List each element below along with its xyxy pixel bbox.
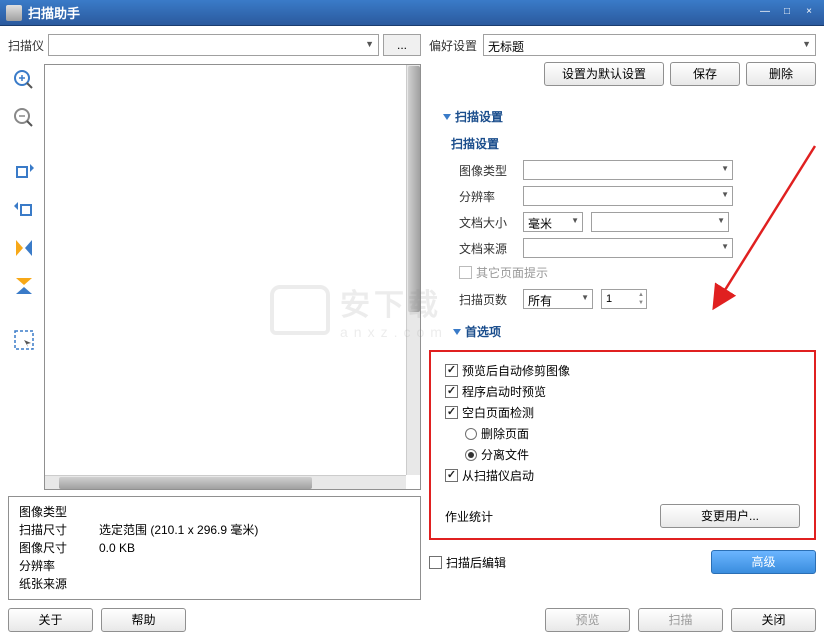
titlebar: 扫描助手 — □ × bbox=[0, 0, 824, 26]
start-from-scanner-checkbox[interactable] bbox=[445, 469, 458, 482]
image-type-label: 图像类型 bbox=[459, 162, 515, 179]
scanner-row: 扫描仪 ... bbox=[8, 34, 421, 56]
main-content: 扫描仪 ... bbox=[0, 26, 824, 640]
info-panel: 图像类型 扫描尺寸选定范围 (210.1 x 296.9 毫米) 图像尺寸0.0… bbox=[8, 496, 421, 600]
scan-settings-header[interactable]: 扫描设置 bbox=[429, 108, 816, 125]
doc-size-select[interactable] bbox=[591, 212, 729, 232]
other-page-hint-checkbox[interactable] bbox=[459, 266, 472, 279]
doc-source-select[interactable] bbox=[523, 238, 733, 258]
left-panel: 扫描仪 ... bbox=[0, 26, 425, 640]
rotate-left-icon[interactable] bbox=[8, 156, 40, 188]
scan-pages-select[interactable]: 所有 bbox=[523, 289, 593, 309]
start-from-scanner-label: 从扫描仪启动 bbox=[462, 467, 534, 484]
info-scan-size-label: 扫描尺寸 bbox=[19, 521, 99, 539]
delete-button[interactable]: 删除 bbox=[746, 62, 816, 86]
scanner-label: 扫描仪 bbox=[8, 37, 44, 54]
minimize-button[interactable]: — bbox=[756, 5, 774, 21]
set-default-button[interactable]: 设置为默认设置 bbox=[544, 62, 664, 86]
window-controls: — □ × bbox=[756, 5, 818, 21]
browse-button[interactable]: ... bbox=[383, 34, 421, 56]
info-scan-size-value: 选定范围 (210.1 x 296.9 毫米) bbox=[99, 521, 258, 539]
info-image-size-value: 0.0 KB bbox=[99, 539, 135, 557]
scan-settings-form: 图像类型 分辨率 文档大小 毫米 文档来源 其它页面提示 扫描页数 所有 1 bbox=[429, 160, 816, 315]
flip-horizontal-icon[interactable] bbox=[8, 232, 40, 264]
chevron-down-icon bbox=[443, 114, 451, 120]
resolution-select[interactable] bbox=[523, 186, 733, 206]
delete-page-label: 删除页面 bbox=[481, 425, 529, 442]
scan-button[interactable]: 扫描 bbox=[638, 608, 723, 632]
job-stats-label: 作业统计 bbox=[445, 508, 493, 525]
edit-after-scan-checkbox[interactable] bbox=[429, 556, 442, 569]
scan-settings-subheader: 扫描设置 bbox=[451, 135, 816, 152]
preference-buttons: 设置为默认设置 保存 删除 bbox=[429, 62, 816, 86]
doc-size-label: 文档大小 bbox=[459, 214, 515, 231]
blank-page-detect-label: 空白页面检测 bbox=[462, 404, 534, 421]
preference-label: 偏好设置 bbox=[429, 37, 477, 54]
preview-on-start-label: 程序启动时预览 bbox=[462, 383, 546, 400]
toolbar bbox=[8, 64, 40, 490]
change-user-button[interactable]: 变更用户... bbox=[660, 504, 800, 528]
right-bottom-buttons: 预览 扫描 关闭 bbox=[429, 608, 816, 632]
scanner-select[interactable] bbox=[48, 34, 379, 56]
app-icon bbox=[6, 5, 22, 21]
rotate-right-icon[interactable] bbox=[8, 194, 40, 226]
advanced-button[interactable]: 高级 bbox=[711, 550, 816, 574]
zoom-out-icon[interactable] bbox=[8, 102, 40, 134]
delete-page-radio[interactable] bbox=[465, 428, 477, 440]
info-image-type-label: 图像类型 bbox=[19, 503, 99, 521]
right-panel: 偏好设置 无标题 设置为默认设置 保存 删除 扫描设置 扫描设置 图像类型 分辨… bbox=[425, 26, 824, 640]
scan-pages-spinner[interactable]: 1 bbox=[601, 289, 647, 309]
info-image-size-label: 图像尺寸 bbox=[19, 539, 99, 557]
split-file-label: 分离文件 bbox=[481, 446, 529, 463]
chevron-down-icon bbox=[453, 329, 461, 335]
scrollbar-horizontal[interactable] bbox=[45, 475, 406, 489]
split-file-radio[interactable] bbox=[465, 449, 477, 461]
zoom-in-icon[interactable] bbox=[8, 64, 40, 96]
doc-size-unit-select[interactable]: 毫米 bbox=[523, 212, 583, 232]
prefs-highlighted-box: 预览后自动修剪图像 程序启动时预览 空白页面检测 删除页面 分离文件 从扫描仪启… bbox=[429, 350, 816, 540]
preview-button[interactable]: 预览 bbox=[545, 608, 630, 632]
save-button[interactable]: 保存 bbox=[670, 62, 740, 86]
close-button[interactable]: × bbox=[800, 5, 818, 21]
info-paper-source-label: 纸张来源 bbox=[19, 575, 99, 593]
preview-on-start-checkbox[interactable] bbox=[445, 385, 458, 398]
preview-canvas[interactable] bbox=[44, 64, 421, 490]
scan-pages-label: 扫描页数 bbox=[459, 291, 515, 308]
auto-crop-checkbox[interactable] bbox=[445, 364, 458, 377]
prefs-header[interactable]: 首选项 bbox=[439, 323, 816, 340]
other-page-hint-label: 其它页面提示 bbox=[476, 264, 548, 281]
preview-area bbox=[8, 64, 421, 490]
resolution-label: 分辨率 bbox=[459, 188, 515, 205]
blank-page-detect-checkbox[interactable] bbox=[445, 406, 458, 419]
left-bottom-buttons: 关于 帮助 bbox=[8, 608, 421, 632]
doc-source-label: 文档来源 bbox=[459, 240, 515, 257]
auto-crop-label: 预览后自动修剪图像 bbox=[462, 362, 570, 379]
about-button[interactable]: 关于 bbox=[8, 608, 93, 632]
edit-after-scan-label: 扫描后编辑 bbox=[446, 554, 506, 571]
preference-row: 偏好设置 无标题 bbox=[429, 34, 816, 56]
marquee-select-icon[interactable] bbox=[8, 324, 40, 356]
window-title: 扫描助手 bbox=[28, 3, 756, 22]
help-button[interactable]: 帮助 bbox=[101, 608, 186, 632]
scrollbar-vertical[interactable] bbox=[406, 65, 420, 475]
close-button-bottom[interactable]: 关闭 bbox=[731, 608, 816, 632]
maximize-button[interactable]: □ bbox=[778, 5, 796, 21]
info-resolution-label: 分辨率 bbox=[19, 557, 99, 575]
image-type-select[interactable] bbox=[523, 160, 733, 180]
flip-vertical-icon[interactable] bbox=[8, 270, 40, 302]
preference-select[interactable]: 无标题 bbox=[483, 34, 816, 56]
